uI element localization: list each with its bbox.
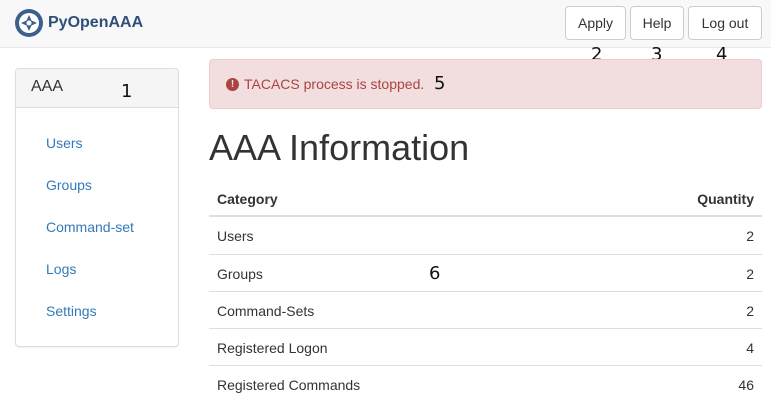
brand[interactable]: PyOpenAAA <box>14 7 143 39</box>
table-header-row: Category Quantity <box>209 180 762 217</box>
table-row: Groups 2 <box>209 254 762 291</box>
logo-icon <box>15 9 43 37</box>
apply-button[interactable]: Apply <box>565 6 626 40</box>
logout-button[interactable]: Log out <box>688 6 762 40</box>
column-header-quantity: Quantity <box>697 191 754 207</box>
page-title: AAA Information <box>209 127 470 168</box>
row-quantity: 2 <box>746 228 754 244</box>
row-quantity: 4 <box>746 340 754 356</box>
row-category: Groups <box>217 266 263 282</box>
row-quantity: 2 <box>746 303 754 319</box>
row-category: Command-Sets <box>217 303 315 319</box>
row-quantity: 46 <box>738 377 754 393</box>
row-category: Registered Logon <box>217 340 328 356</box>
top-navbar: PyOpenAAA Apply Help Log out <box>0 0 771 48</box>
sidebar-item-settings[interactable]: Settings <box>46 303 97 319</box>
annotation-marker-6: 6 <box>429 263 441 284</box>
exclamation-circle-icon: ! <box>226 77 239 91</box>
brand-name: PyOpenAAA <box>48 14 144 31</box>
annotation-marker-1: 1 <box>121 81 133 102</box>
aaa-info-table: Category Quantity Users 2 Groups 2 Comma… <box>209 180 762 402</box>
alert-message: TACACS process is stopped. <box>244 76 425 92</box>
row-category: Users <box>217 228 254 244</box>
sidebar-panel: AAA Users Groups Command-set Logs Settin… <box>15 68 179 347</box>
sidebar-heading: AAA <box>16 69 178 108</box>
sidebar-item-command-set[interactable]: Command-set <box>46 219 134 235</box>
annotation-marker-5: 5 <box>434 73 446 94</box>
table-row: Users 2 <box>209 217 762 254</box>
sidebar-item-groups[interactable]: Groups <box>46 177 92 193</box>
column-header-category: Category <box>217 191 278 207</box>
table-row: Registered Commands 46 <box>209 365 762 402</box>
status-alert: ! TACACS process is stopped. <box>209 59 762 109</box>
help-button[interactable]: Help <box>630 6 684 40</box>
table-row: Command-Sets 2 <box>209 291 762 328</box>
table-row: Registered Logon 4 <box>209 328 762 365</box>
row-category: Registered Commands <box>217 377 361 393</box>
sidebar-item-users[interactable]: Users <box>46 135 83 151</box>
sidebar-item-logs[interactable]: Logs <box>46 261 76 277</box>
row-quantity: 2 <box>746 266 754 282</box>
